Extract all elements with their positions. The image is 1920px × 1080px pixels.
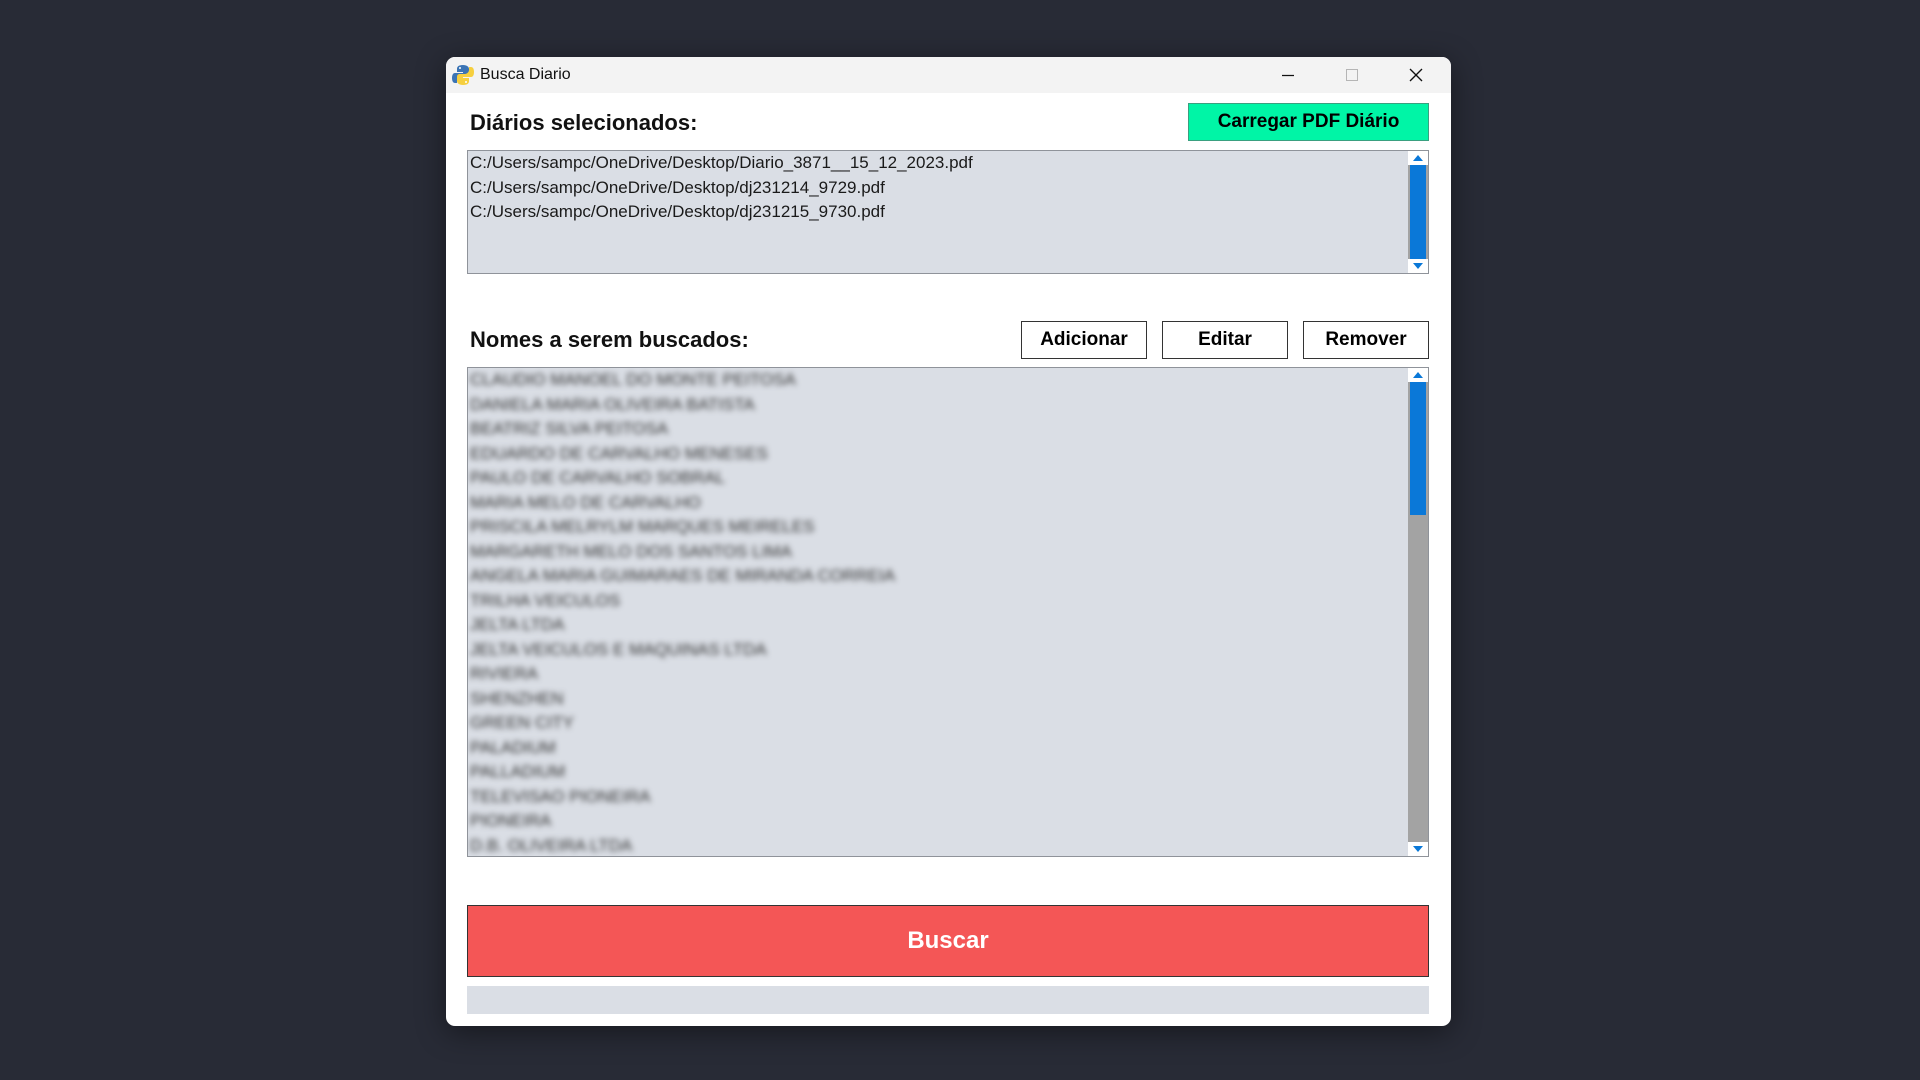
list-item[interactable]: ANGELA MARIA GUIMARAES DE MIRANDA CORREI… [469, 564, 1406, 589]
arrow-up-icon [1413, 372, 1423, 378]
list-item[interactable]: C:/Users/sampc/OneDrive/Desktop/Diario_3… [469, 151, 1406, 176]
window-title: Busca Diario [480, 66, 571, 83]
list-item[interactable]: EDUARDO DE CARVALHO MENESES [469, 442, 1406, 467]
minimize-icon [1282, 74, 1294, 77]
title-bar[interactable]: Busca Diario [446, 57, 1451, 93]
minimize-button[interactable] [1256, 57, 1320, 93]
list-item[interactable]: GREEN CITY [469, 711, 1406, 736]
scroll-thumb[interactable] [1410, 382, 1426, 515]
list-item[interactable]: C:/Users/sampc/OneDrive/Desktop/dj231215… [469, 200, 1406, 225]
list-item[interactable]: RIVIERA [469, 662, 1406, 687]
maximize-button[interactable] [1320, 57, 1384, 93]
list-item[interactable]: MARIA MELO DE CARVALHO [469, 491, 1406, 516]
load-pdf-button[interactable]: Carregar PDF Diário [1188, 103, 1429, 141]
scroll-down-button[interactable] [1408, 842, 1428, 856]
list-item[interactable]: PIONEIRA [469, 809, 1406, 834]
scroll-up-button[interactable] [1408, 151, 1428, 165]
diarios-label: Diários selecionados: [470, 110, 698, 135]
list-item[interactable]: JELTA VEICULOS E MAQUINAS LTDA [469, 638, 1406, 663]
edit-name-button[interactable]: Editar [1162, 321, 1288, 359]
arrow-down-icon [1413, 263, 1423, 269]
maximize-icon [1346, 69, 1358, 81]
diarios-scrollbar[interactable] [1408, 151, 1428, 273]
list-item[interactable]: MARGARETH MELO DOS SANTOS LIMA [469, 540, 1406, 565]
diarios-listbox[interactable]: C:/Users/sampc/OneDrive/Desktop/Diario_3… [467, 150, 1429, 274]
arrow-down-icon [1413, 846, 1423, 852]
scroll-up-button[interactable] [1408, 368, 1428, 382]
scroll-down-button[interactable] [1408, 259, 1428, 273]
remove-name-button[interactable]: Remover [1303, 321, 1429, 359]
list-item[interactable]: PRISCILA MELRYLM MARQUES MEIRELES [469, 515, 1406, 540]
nomes-scrollbar[interactable] [1408, 368, 1428, 856]
app-window: Busca Diario Diários selecionados: Carre… [446, 57, 1451, 1026]
nomes-listbox[interactable]: CLAUDIO MANOEL DO MONTE PEITOSA DANIELA M… [467, 367, 1429, 857]
list-item[interactable]: PALLADIUM [469, 760, 1406, 785]
list-item[interactable]: PAULO DE CARVALHO SOBRAL [469, 466, 1406, 491]
search-button[interactable]: Buscar [467, 905, 1429, 977]
list-item[interactable]: JELTA LTDA [469, 613, 1406, 638]
list-item[interactable]: DANIELA MARIA OLIVEIRA BATISTA [469, 393, 1406, 418]
close-button[interactable] [1384, 57, 1448, 93]
list-item[interactable]: CLAUDIO MANOEL DO MONTE PEITOSA [469, 368, 1406, 393]
nomes-list: CLAUDIO MANOEL DO MONTE PEITOSA DANIELA M… [469, 368, 1406, 857]
close-icon [1409, 68, 1423, 82]
list-item[interactable]: C:/Users/sampc/OneDrive/Desktop/dj231214… [469, 176, 1406, 201]
diarios-list: C:/Users/sampc/OneDrive/Desktop/Diario_3… [469, 151, 1406, 225]
list-item[interactable]: D.B. OLIVEIRA LTDA [469, 834, 1406, 857]
python-app-icon [452, 64, 474, 86]
add-name-button[interactable]: Adicionar [1021, 321, 1147, 359]
progress-bar [467, 986, 1429, 1014]
scroll-thumb[interactable] [1410, 165, 1426, 261]
arrow-up-icon [1413, 155, 1423, 161]
list-item[interactable]: PALADIUM [469, 736, 1406, 761]
nomes-label: Nomes a serem buscados: [470, 327, 749, 352]
list-item[interactable]: TRILHA VEICULOS [469, 589, 1406, 614]
list-item[interactable]: SHENZHEN [469, 687, 1406, 712]
list-item[interactable]: TELEVISAO PIONEIRA [469, 785, 1406, 810]
list-item[interactable]: BEATRIZ SILVA PEITOSA [469, 417, 1406, 442]
